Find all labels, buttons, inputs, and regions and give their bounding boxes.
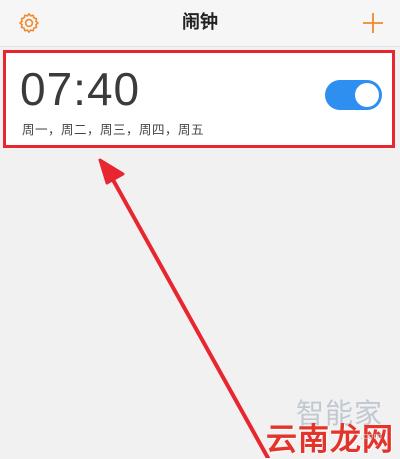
arrow-shaft bbox=[110, 176, 270, 458]
alarm-repeat-days: 周一，周二，周三，周四，周五 bbox=[22, 122, 205, 137]
top-app-bar: 闹钟 bbox=[0, 0, 400, 47]
plus-icon bbox=[363, 13, 383, 33]
page-title: 闹钟 bbox=[182, 12, 218, 33]
alarm-screen: 闹钟 07:40 周一，周二，周三，周四，周五 智能家 云南龙网 .com bbox=[0, 0, 400, 458]
arrow-head bbox=[98, 158, 125, 185]
watermark-url: .com bbox=[360, 432, 383, 442]
add-alarm-button[interactable] bbox=[358, 8, 388, 38]
toggle-knob bbox=[355, 83, 379, 107]
alarm-enable-toggle[interactable] bbox=[325, 80, 382, 110]
alarm-list-item[interactable]: 07:40 周一，周二，周三，周四，周五 bbox=[3, 50, 395, 148]
alarm-time: 07:40 bbox=[20, 63, 141, 115]
